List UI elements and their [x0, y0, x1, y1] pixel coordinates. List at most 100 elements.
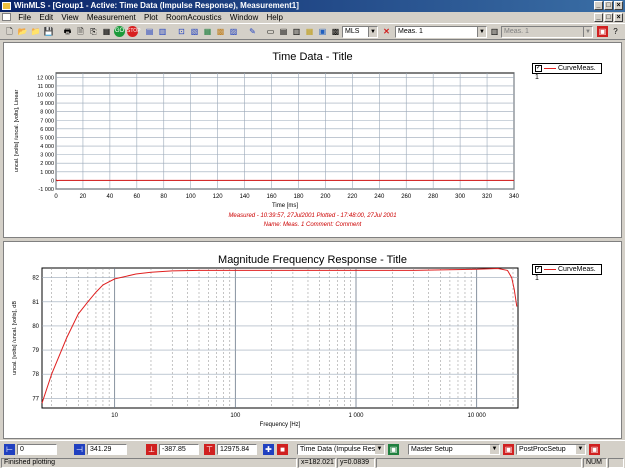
x-tick-label: 280 — [428, 194, 439, 200]
x-tick-label: 220 — [347, 194, 358, 200]
tile-icon[interactable]: ▦ — [304, 26, 315, 37]
y-axis-label: uncal. [volts] /uncal. [volts], dB — [12, 301, 18, 375]
x-tick-label: 300 — [455, 194, 466, 200]
layout-3-icon[interactable]: ▥ — [291, 26, 302, 37]
go-measure-icon[interactable]: GO — [114, 26, 125, 37]
measure-settings-icon[interactable]: ▤ — [144, 26, 155, 37]
status-bar: Finished plotting x=182.021 y=0.0839 NUM — [0, 457, 625, 468]
chevron-down-icon[interactable]: ▼ — [368, 27, 377, 37]
compare-icon[interactable]: ▥ — [489, 26, 500, 37]
plot-setup-icon[interactable]: ▣ — [388, 444, 399, 455]
help-icon[interactable]: ? — [610, 26, 621, 37]
mdi-close-button[interactable]: × — [614, 13, 623, 22]
edit-icon[interactable]: ✎ — [247, 26, 258, 37]
open-folder-icon[interactable]: 📁 — [30, 26, 41, 37]
x-tick-label: 120 — [213, 194, 224, 200]
x-tick-label: 240 — [374, 194, 385, 200]
menu-roomacoustics[interactable]: RoomAcoustics — [163, 12, 225, 23]
close-button[interactable]: × — [614, 1, 623, 10]
mdi-minimize-button[interactable]: _ — [594, 13, 603, 22]
menu-edit[interactable]: Edit — [36, 12, 56, 23]
chevron-down-icon[interactable]: ▼ — [576, 445, 585, 454]
zoom-icon[interactable]: ⊡ — [176, 26, 187, 37]
chevron-down-icon[interactable]: ▼ — [490, 445, 499, 454]
measurement2-value: Meas. 1 — [504, 28, 529, 35]
cursor-icon[interactable]: ▩ — [215, 26, 226, 37]
arrange-icon[interactable]: ▩ — [330, 26, 341, 37]
chevron-down-icon[interactable]: ▼ — [375, 445, 384, 454]
chevron-down-icon[interactable]: ▼ — [583, 27, 592, 37]
y-tick-label: 8 000 — [40, 110, 54, 116]
menu-file[interactable]: File — [15, 12, 34, 23]
mdi-restore-button[interactable]: □ — [604, 13, 613, 22]
y-tick-label: 1 000 — [40, 170, 54, 176]
x-axis-label: Time [ms] — [272, 203, 298, 209]
menu-plot[interactable]: Plot — [141, 12, 161, 23]
y-tick-label: 5 000 — [40, 135, 54, 141]
menu-window[interactable]: Window — [227, 12, 261, 23]
plot-settings-icon[interactable]: ▥ — [157, 26, 168, 37]
cursor1-field[interactable]: 0 — [17, 444, 57, 455]
postproc-icon[interactable]: ▣ — [589, 444, 600, 455]
chevron-down-icon[interactable]: ▼ — [477, 27, 486, 37]
method-select[interactable]: MLS ▼ — [342, 26, 378, 38]
cursor4-field[interactable]: 12975.84 — [217, 444, 257, 455]
delete-icon[interactable]: ✕ — [381, 26, 392, 37]
legend-icon[interactable]: ▨ — [228, 26, 239, 37]
document-icon[interactable] — [2, 13, 11, 21]
cursor-controls: ⊢ 0 ⊣ 341.29 ⊥ -387.85 ⊤ 12975.84 ✚ ■ Ti… — [0, 440, 625, 457]
master-setup-icon[interactable]: ▣ — [503, 444, 514, 455]
minimize-button[interactable]: _ — [594, 1, 603, 10]
open-icon[interactable]: 📂 — [17, 26, 28, 37]
new-icon[interactable]: 🗋 — [4, 26, 15, 37]
chart-icon[interactable]: ▧ — [189, 26, 200, 37]
cascade-icon[interactable]: ▣ — [317, 26, 328, 37]
reset-cursor-icon[interactable]: ■ — [277, 444, 288, 455]
upper-cursor-icon[interactable]: ⊤ — [204, 444, 215, 455]
x-axis-label: Frequency [Hz] — [260, 422, 301, 428]
copy-icon[interactable]: ⎘ — [88, 26, 99, 37]
measurement2-select[interactable]: Meas. 1 ▼ — [501, 26, 593, 38]
lower-cursor-icon[interactable]: ⊥ — [146, 444, 157, 455]
right-cursor-icon[interactable]: ⊣ — [74, 444, 85, 455]
menu-view[interactable]: View — [58, 12, 81, 23]
cursor2-field[interactable]: 341.29 — [87, 444, 127, 455]
layout-2-icon[interactable]: ▤ — [278, 26, 289, 37]
y-tick-label: 2 000 — [40, 161, 54, 167]
plot-type-select[interactable]: Time Data (Impulse Resp ▼ — [297, 444, 385, 455]
x-tick-label: 0 — [54, 194, 58, 200]
menu-help[interactable]: Help — [264, 12, 286, 23]
left-cursor-icon[interactable]: ⊢ — [4, 444, 15, 455]
x-tick-label: 1 000 — [348, 413, 364, 419]
cursor3-field[interactable]: -387.85 — [159, 444, 199, 455]
print-icon[interactable]: 🖶 — [62, 26, 73, 37]
y-tick-label: 11 000 — [38, 84, 54, 90]
x-tick-label: 340 — [509, 194, 520, 200]
measurement-value: Meas. 1 — [398, 28, 423, 35]
window-title: WinMLS - [Group1 - Active: Time Data (Im… — [14, 1, 299, 10]
y-tick-label: 81 — [32, 300, 39, 306]
grid-icon[interactable]: ▦ — [202, 26, 213, 37]
measurement-select[interactable]: Meas. 1 ▼ — [395, 26, 487, 38]
measure-info-line2: Name: Meas. 1 Comment: Comment — [263, 222, 362, 228]
properties-icon[interactable]: ▦ — [101, 26, 112, 37]
frequency-chart[interactable]: 10 100 1 000 10 000 82 81 80 79 78 77 Frequency [H… — [4, 242, 623, 440]
menu-measurement[interactable]: Measurement — [84, 12, 139, 23]
main-toolbar: 🗋 📂 📁 💾 🖶 🗎 ⎘ ▦ GO STOP ▤ ▥ ⊡ ▧ ▦ ▩ ▨ ✎ … — [0, 23, 625, 40]
maximize-button[interactable]: □ — [604, 1, 613, 10]
stop-icon[interactable]: STOP — [127, 26, 141, 37]
print-preview-icon[interactable]: 🗎 — [75, 26, 86, 37]
save-icon[interactable]: 💾 — [43, 26, 54, 37]
close-measurement-icon[interactable]: ▣ — [597, 26, 608, 37]
apply-cursor-icon[interactable]: ✚ — [263, 444, 274, 455]
layout-1-icon[interactable]: ▭ — [265, 26, 276, 37]
master-setup-select[interactable]: Master Setup ▼ — [408, 444, 500, 455]
status-extra-panel — [608, 458, 624, 468]
time-chart[interactable]: 0 20 40 60 80 100 120 140 160 180 200 220 240 260 280 3… — [4, 43, 623, 239]
y-tick-label: 7 000 — [40, 118, 54, 124]
y-tick-label: 6 000 — [40, 127, 54, 133]
x-tick-label: 200 — [320, 194, 331, 200]
status-empty-panel — [376, 458, 582, 468]
postproc-select[interactable]: PostProcSetup ▼ — [516, 444, 586, 455]
y-tick-label: 10 000 — [37, 92, 54, 98]
